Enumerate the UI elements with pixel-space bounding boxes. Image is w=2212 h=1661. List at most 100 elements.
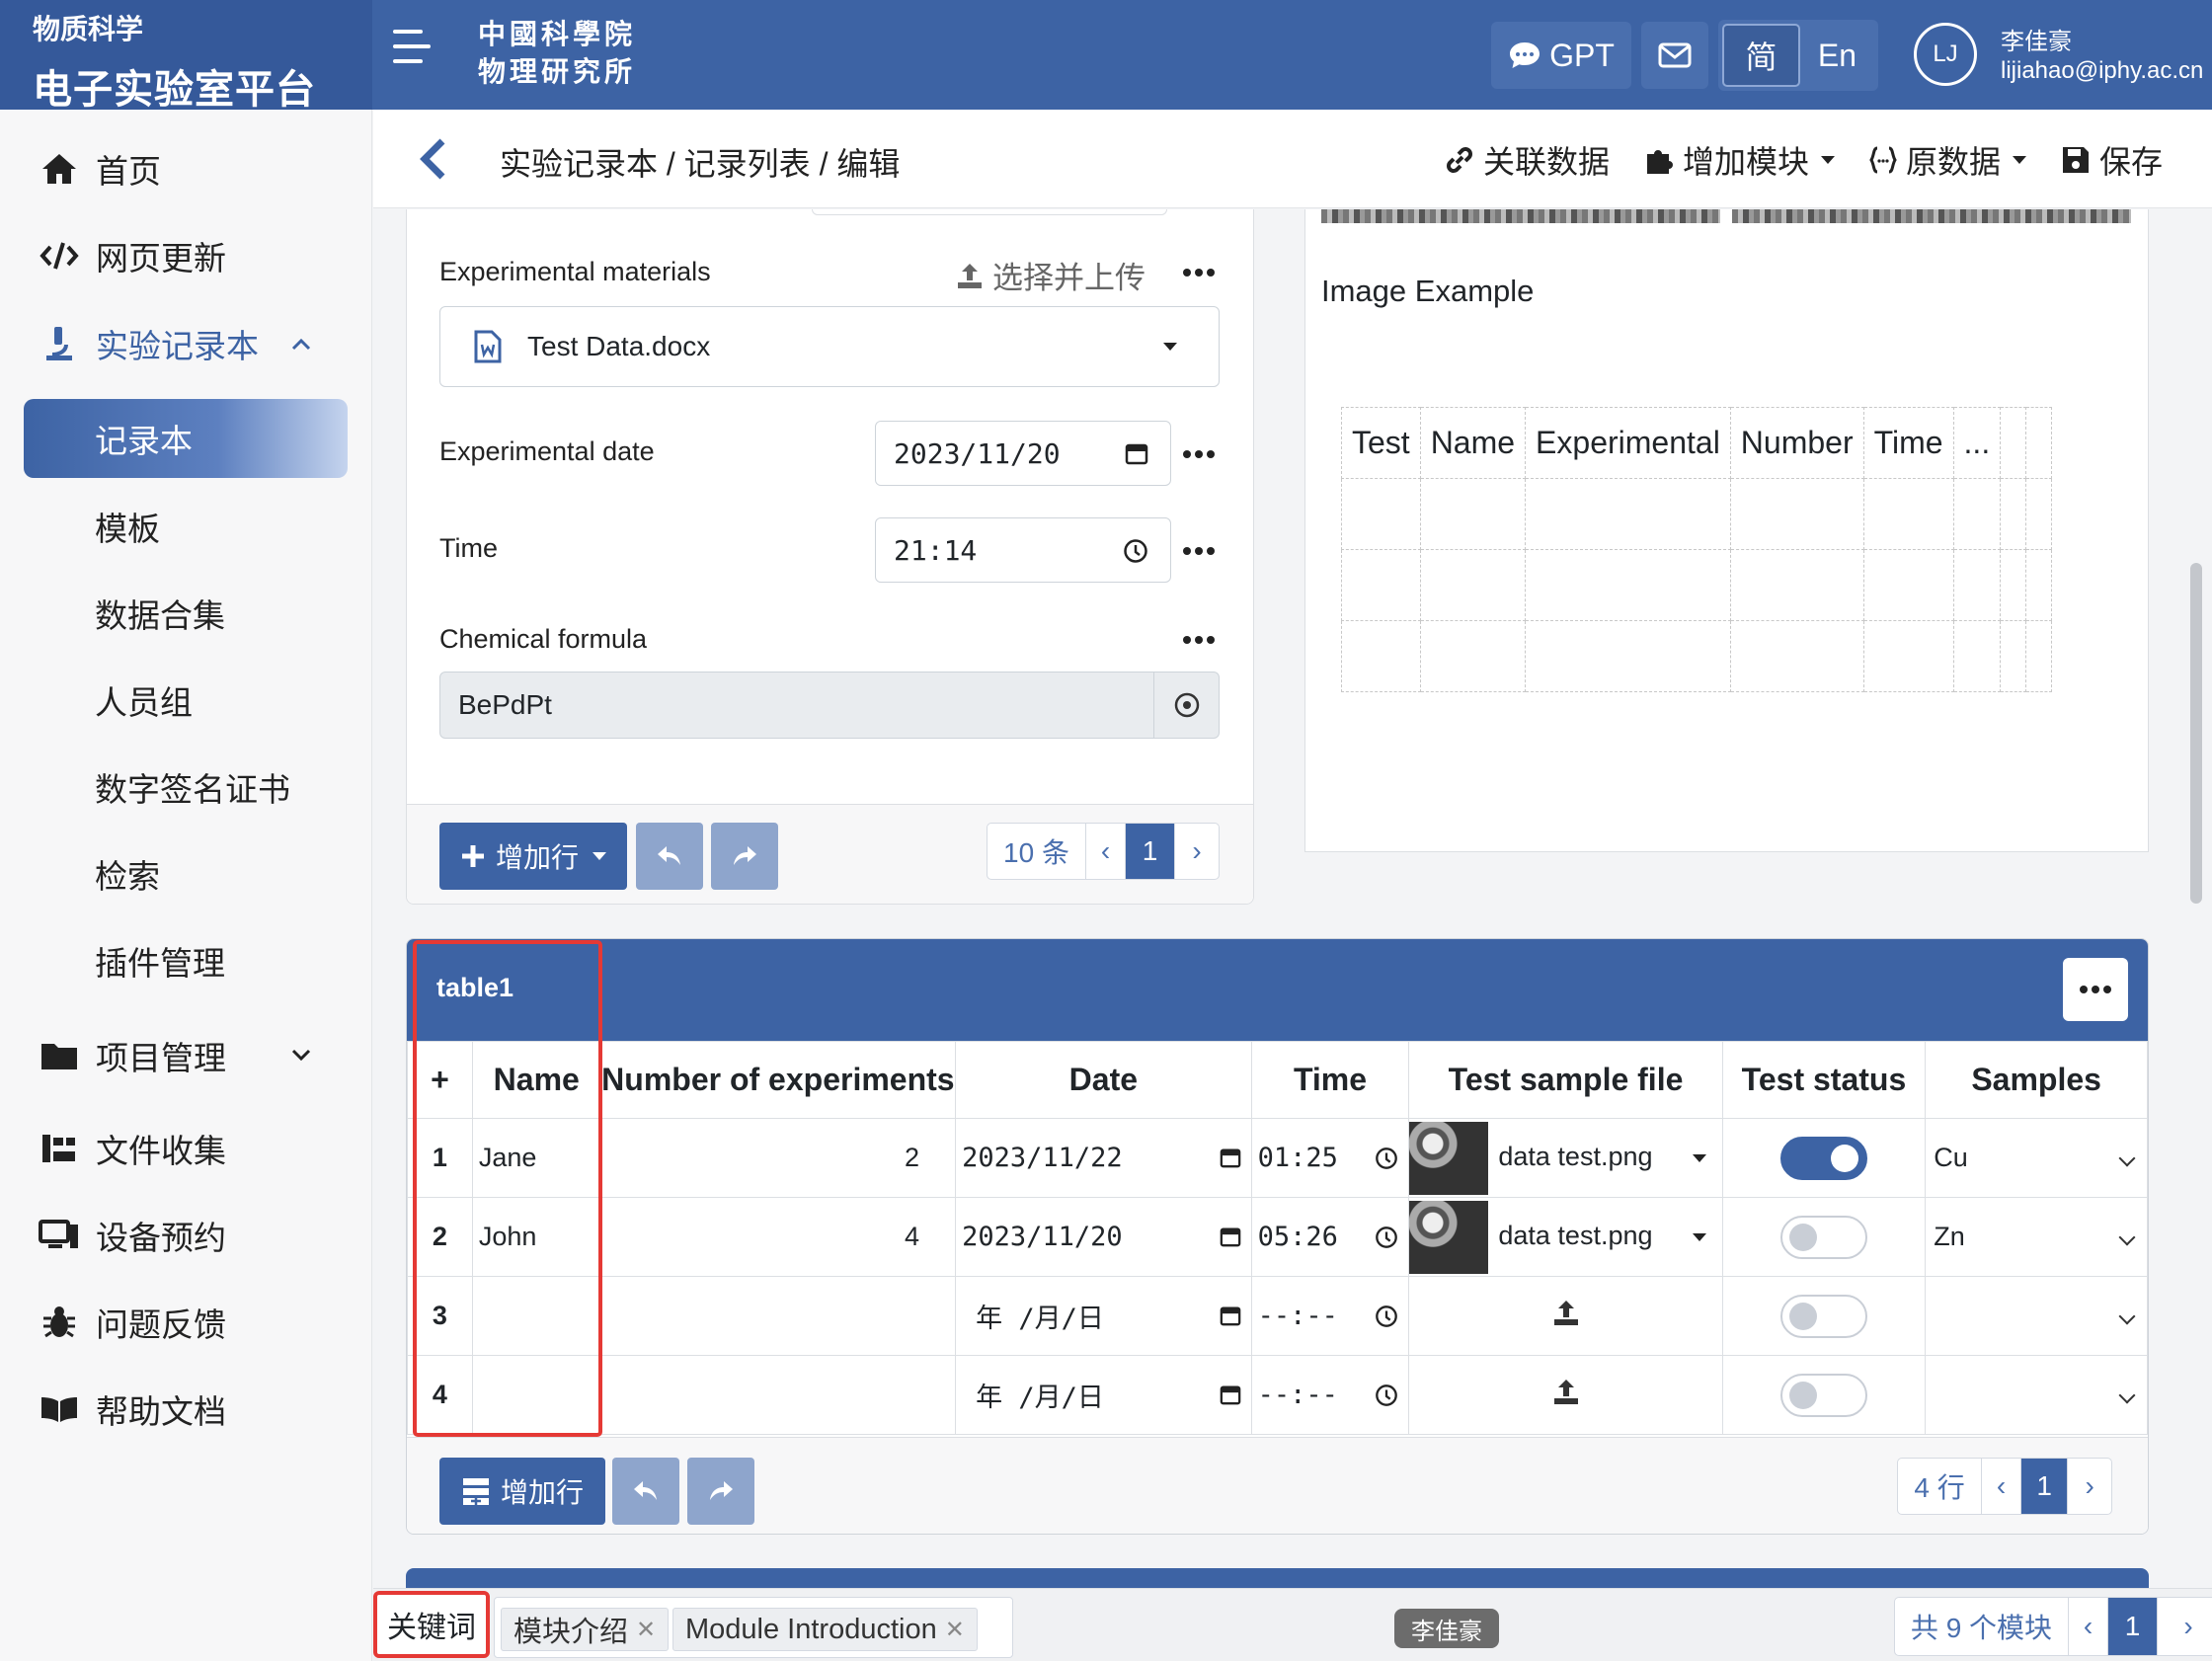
col-header-date[interactable]: Date: [955, 1041, 1252, 1119]
time-more-icon[interactable]: [1183, 547, 1215, 555]
calendar-icon: [1220, 1227, 1240, 1247]
current-page[interactable]: 1: [2020, 1459, 2069, 1514]
date-cell[interactable]: 年 /月/日: [955, 1276, 1252, 1356]
upload-button[interactable]: 选择并上传: [955, 253, 1146, 297]
col-header-sample-file[interactable]: Test sample file: [1408, 1041, 1723, 1119]
current-page[interactable]: 1: [2108, 1598, 2158, 1655]
time-input[interactable]: 21:14: [875, 517, 1171, 583]
raw-data-button[interactable]: 原数据: [1868, 137, 2026, 183]
sample-file-cell[interactable]: [1408, 1276, 1723, 1356]
prev-page-button[interactable]: ‹: [2069, 1598, 2108, 1655]
sidebar-subitem-template[interactable]: 模板: [24, 487, 348, 566]
sidebar-subitem-group[interactable]: 人员组: [24, 661, 348, 740]
status-toggle[interactable]: [1779, 1373, 1867, 1417]
sidebar-item-projects[interactable]: 项目管理: [0, 1016, 372, 1095]
samples-cell[interactable]: [1925, 1276, 2148, 1356]
close-icon[interactable]: ✕: [636, 1616, 656, 1644]
raw-data-label: 原数据: [1905, 144, 2001, 180]
formula-more-icon[interactable]: [1183, 636, 1215, 644]
next-page-button[interactable]: ›: [2068, 1459, 2111, 1514]
menu-toggle-icon[interactable]: [393, 30, 433, 73]
prev-page-button[interactable]: ‹: [1086, 824, 1126, 879]
sample-file-cell[interactable]: [1408, 1355, 1723, 1435]
date-cell[interactable]: 2023/11/20: [955, 1197, 1252, 1277]
table-add-row-label: 增加行: [500, 1477, 584, 1508]
sample-file-cell[interactable]: data test.png: [1408, 1197, 1723, 1277]
page-size-select[interactable]: 10 条: [988, 824, 1086, 879]
col-header-samples[interactable]: Samples: [1925, 1041, 2148, 1119]
upload-label: 选择并上传: [992, 261, 1146, 295]
upload-icon[interactable]: [1551, 1377, 1581, 1406]
time-cell[interactable]: 01:25: [1250, 1118, 1410, 1198]
back-arrow-icon[interactable]: [419, 137, 448, 181]
samples-cell[interactable]: Cu: [1925, 1118, 2148, 1198]
table-add-row-button[interactable]: 增加行: [439, 1458, 605, 1525]
keyword-tag[interactable]: 模块介绍 ✕: [501, 1608, 670, 1651]
link-data-button[interactable]: 关联数据: [1444, 137, 1610, 183]
mail-button[interactable]: [1641, 22, 1708, 89]
form-card-footer: 增加行 10 条 ‹ 1 ›: [407, 804, 1253, 904]
form-add-row-button[interactable]: 增加行: [439, 823, 627, 890]
status-toggle[interactable]: [1779, 1136, 1867, 1180]
sidebar-subitem-dataset[interactable]: 数据合集: [24, 574, 348, 653]
sidebar-item-device[interactable]: 设备预约: [0, 1196, 372, 1275]
next-page-button[interactable]: ›: [1175, 824, 1219, 879]
sidebar-item-feedback[interactable]: 问题反馈: [0, 1283, 372, 1362]
col-header-status[interactable]: Test status: [1721, 1041, 1927, 1119]
sidebar-item-help[interactable]: 帮助文档: [0, 1370, 372, 1449]
materials-more-icon[interactable]: [1183, 269, 1215, 277]
next-page-button[interactable]: ›: [2158, 1598, 2212, 1655]
sidebar-subitem-plugins[interactable]: 插件管理: [24, 921, 348, 1000]
formula-input[interactable]: BePdPt: [439, 672, 1220, 739]
time-cell[interactable]: --:--: [1250, 1355, 1410, 1435]
avatar[interactable]: LJ: [1914, 23, 1977, 86]
prev-page-button[interactable]: ‹: [1982, 1459, 2021, 1514]
date-cell[interactable]: 2023/11/22: [955, 1118, 1252, 1198]
redo-button[interactable]: [711, 823, 778, 890]
keyword-label[interactable]: 关键词: [373, 1591, 490, 1658]
table-redo-button[interactable]: [687, 1458, 754, 1525]
sidebar-subitem-certificate[interactable]: 数字签名证书: [24, 748, 348, 827]
upload-icon[interactable]: [1551, 1298, 1581, 1327]
date-more-icon[interactable]: [1183, 450, 1215, 458]
lang-en-button[interactable]: En: [1800, 24, 1874, 87]
status-toggle[interactable]: [1779, 1294, 1867, 1338]
sidebar-subitem-search[interactable]: 检索: [24, 834, 348, 913]
date-input[interactable]: 2023/11/20: [875, 421, 1171, 486]
table1-menu-button[interactable]: [2063, 958, 2128, 1021]
sidebar-item-label: 项目管理: [96, 1040, 226, 1076]
sidebar-item-notebook[interactable]: 实验记录本: [0, 304, 372, 383]
sidebar-item-home[interactable]: 首页: [0, 129, 372, 208]
sidebar-subitem-notebook[interactable]: 记录本: [24, 399, 348, 478]
samples-cell[interactable]: [1925, 1355, 2148, 1435]
sidebar-item-web-update[interactable]: 网页更新: [0, 216, 372, 295]
page-scrollbar[interactable]: [2190, 563, 2202, 904]
date-cell[interactable]: 年 /月/日: [955, 1355, 1252, 1435]
col-header-num-experiments[interactable]: Number of experiments: [599, 1041, 957, 1119]
breadcrumb[interactable]: 实验记录本 / 记录列表 / 编辑: [500, 139, 900, 185]
formula-picker-button[interactable]: [1153, 672, 1219, 738]
status-toggle[interactable]: [1779, 1215, 1867, 1259]
time-cell[interactable]: 05:26: [1250, 1197, 1410, 1277]
close-icon[interactable]: ✕: [945, 1616, 965, 1644]
col-header-time[interactable]: Time: [1250, 1041, 1410, 1119]
time-cell[interactable]: --:--: [1250, 1276, 1410, 1356]
table-undo-button[interactable]: [612, 1458, 679, 1525]
num-experiments-cell[interactable]: [599, 1355, 957, 1435]
num-experiments-cell[interactable]: 4: [599, 1197, 957, 1277]
num-experiments-cell[interactable]: [599, 1276, 957, 1356]
num-experiments-cell[interactable]: 2: [599, 1118, 957, 1198]
brand[interactable]: 物质科学 电子实验室平台: [0, 0, 372, 112]
keyword-tag-input[interactable]: 模块介绍 ✕ Module Introduction ✕: [494, 1597, 1013, 1658]
materials-select[interactable]: Test Data.docx: [439, 306, 1220, 387]
current-page[interactable]: 1: [1126, 824, 1175, 879]
add-module-button[interactable]: 增加模块: [1643, 137, 1835, 183]
samples-cell[interactable]: Zn: [1925, 1197, 2148, 1277]
save-button[interactable]: 保存: [2060, 137, 2163, 183]
lang-zh-button[interactable]: 简: [1722, 24, 1800, 87]
sample-file-cell[interactable]: data test.png: [1408, 1118, 1723, 1198]
gpt-button[interactable]: GPT: [1491, 22, 1631, 89]
undo-button[interactable]: [636, 823, 703, 890]
keyword-tag[interactable]: Module Introduction ✕: [672, 1608, 978, 1651]
sidebar-item-file-collect[interactable]: 文件收集: [0, 1109, 372, 1188]
